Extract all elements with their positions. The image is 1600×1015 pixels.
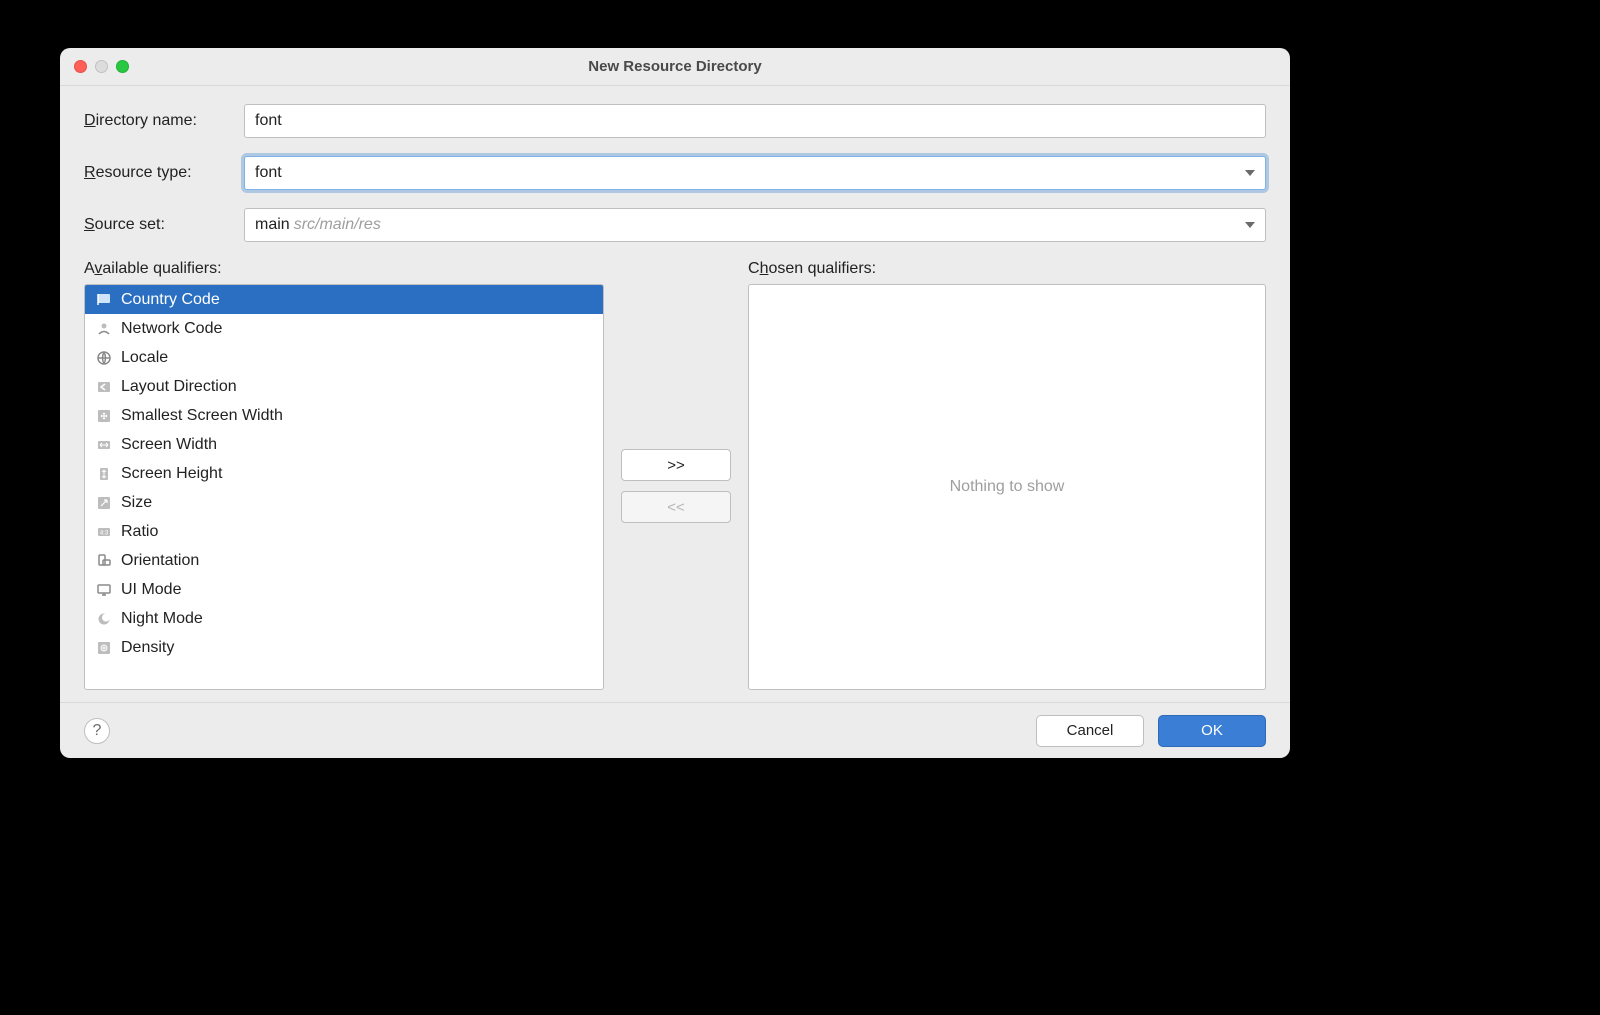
width-icon bbox=[95, 436, 113, 454]
list-item-label: Density bbox=[121, 639, 174, 657]
list-item[interactable]: Orientation bbox=[85, 546, 603, 575]
arrow-left-icon bbox=[95, 378, 113, 396]
row-resource-type: Resource type: font bbox=[84, 156, 1266, 190]
moon-icon bbox=[95, 610, 113, 628]
source-set-label: Source set: bbox=[84, 216, 244, 234]
minimize-icon bbox=[95, 60, 108, 73]
uimode-icon bbox=[95, 581, 113, 599]
available-label: Available qualifiers: bbox=[84, 260, 604, 278]
list-item[interactable]: Screen Height bbox=[85, 459, 603, 488]
chosen-label: Chosen qualifiers: bbox=[748, 260, 1266, 278]
list-item-label: Orientation bbox=[121, 552, 199, 570]
dialog-content: Directory name: font Resource type: font… bbox=[60, 86, 1290, 702]
zoom-icon[interactable] bbox=[116, 60, 129, 73]
network-icon bbox=[95, 320, 113, 338]
ratio-icon: 4:3 bbox=[95, 523, 113, 541]
list-item-label: Ratio bbox=[121, 523, 158, 541]
directory-name-value: font bbox=[255, 112, 282, 130]
add-qualifier-button[interactable]: >> bbox=[621, 449, 731, 481]
chevron-down-icon bbox=[1245, 222, 1255, 228]
list-item[interactable]: UI Mode bbox=[85, 575, 603, 604]
list-item[interactable]: Size bbox=[85, 488, 603, 517]
list-item[interactable]: Smallest Screen Width bbox=[85, 401, 603, 430]
list-item-label: Layout Direction bbox=[121, 378, 237, 396]
close-icon[interactable] bbox=[74, 60, 87, 73]
resource-type-select[interactable]: font bbox=[244, 156, 1266, 190]
list-item[interactable]: Locale bbox=[85, 343, 603, 372]
help-button[interactable]: ? bbox=[84, 718, 110, 744]
cancel-button[interactable]: Cancel bbox=[1036, 715, 1144, 747]
remove-qualifier-button: << bbox=[621, 491, 731, 523]
row-source-set: Source set: main src/main/res bbox=[84, 208, 1266, 242]
height-icon bbox=[95, 465, 113, 483]
chosen-empty-message: Nothing to show bbox=[749, 285, 1265, 689]
transfer-buttons: >> << bbox=[618, 282, 734, 690]
row-directory-name: Directory name: font bbox=[84, 104, 1266, 138]
chosen-column: Chosen qualifiers: Nothing to show bbox=[748, 260, 1266, 690]
list-item[interactable]: Density bbox=[85, 633, 603, 662]
list-item-label: UI Mode bbox=[121, 581, 181, 599]
available-listbox[interactable]: Country Code Network Code Locale Layout Dir… bbox=[84, 284, 604, 690]
ok-button[interactable]: OK bbox=[1158, 715, 1266, 747]
chosen-listbox[interactable]: Nothing to show bbox=[748, 284, 1266, 690]
globe-icon bbox=[95, 349, 113, 367]
density-icon bbox=[95, 639, 113, 657]
list-item[interactable]: Night Mode bbox=[85, 604, 603, 633]
flag-icon bbox=[95, 291, 113, 309]
available-column: Available qualifiers: Country Code Networ… bbox=[84, 260, 604, 690]
list-item[interactable]: 4:3 Ratio bbox=[85, 517, 603, 546]
list-item-label: Screen Width bbox=[121, 436, 217, 454]
window-controls bbox=[74, 60, 129, 73]
list-item-label: Locale bbox=[121, 349, 168, 367]
list-item-label: Screen Height bbox=[121, 465, 222, 483]
svg-text:4:3: 4:3 bbox=[100, 530, 109, 536]
list-item[interactable]: Layout Direction bbox=[85, 372, 603, 401]
new-resource-dialog: New Resource Directory Directory name: f… bbox=[60, 48, 1290, 758]
list-item[interactable]: Country Code bbox=[85, 285, 603, 314]
list-item-label: Size bbox=[121, 494, 152, 512]
list-item[interactable]: Screen Width bbox=[85, 430, 603, 459]
list-item-label: Night Mode bbox=[121, 610, 203, 628]
orientation-icon bbox=[95, 552, 113, 570]
list-item-label: Network Code bbox=[121, 320, 222, 338]
source-set-select[interactable]: main src/main/res bbox=[244, 208, 1266, 242]
directory-name-input[interactable]: font bbox=[244, 104, 1266, 138]
source-set-value: main bbox=[255, 216, 290, 234]
dialog-footer: ? Cancel OK bbox=[60, 702, 1290, 758]
resource-type-value: font bbox=[255, 164, 282, 182]
size-all-icon bbox=[95, 407, 113, 425]
resize-icon bbox=[95, 494, 113, 512]
qualifiers-area: Available qualifiers: Country Code Networ… bbox=[84, 260, 1266, 690]
directory-name-label: Directory name: bbox=[84, 112, 244, 130]
chevron-down-icon bbox=[1245, 170, 1255, 176]
resource-type-label: Resource type: bbox=[84, 164, 244, 182]
list-item-label: Country Code bbox=[121, 291, 220, 309]
source-set-hint: src/main/res bbox=[294, 216, 381, 234]
list-item[interactable]: Network Code bbox=[85, 314, 603, 343]
titlebar: New Resource Directory bbox=[60, 48, 1290, 86]
dialog-title: New Resource Directory bbox=[60, 58, 1290, 75]
list-item-label: Smallest Screen Width bbox=[121, 407, 283, 425]
